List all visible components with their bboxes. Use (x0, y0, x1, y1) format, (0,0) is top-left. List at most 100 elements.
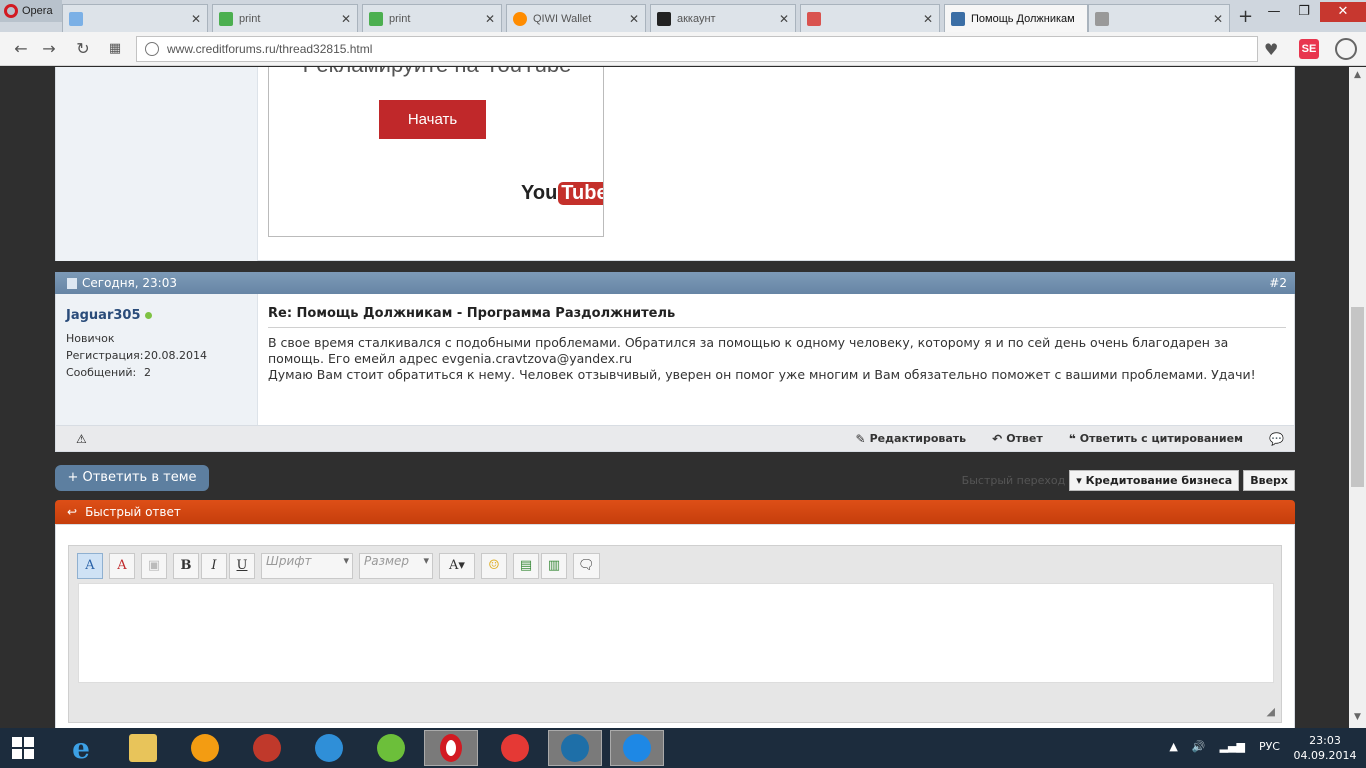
new-tab-button[interactable]: + (1238, 6, 1253, 27)
url-text: www.creditforums.ru/thread32815.html (167, 42, 373, 56)
tab-favicon-icon (369, 11, 383, 26)
ad-start-button[interactable]: Начать (379, 100, 486, 139)
browser-tab[interactable]: ✕ (1088, 4, 1230, 32)
reply-post-button[interactable]: ↶ Ответ (992, 432, 1043, 446)
bold-icon[interactable]: B (173, 553, 199, 579)
multiquote-plus-icon: 💬 (1269, 431, 1284, 446)
tab-title: print (389, 12, 411, 25)
tray-expand-icon[interactable]: ▲ (1169, 740, 1177, 753)
quick-reply-arrow-icon: ↩ (67, 505, 78, 519)
post-body: Jaguar305 Новичок Регистрация: 20.08.201… (55, 294, 1295, 426)
heart-icon[interactable]: ♥ (1264, 40, 1278, 59)
scroll-top-button[interactable]: Вверх (1243, 470, 1295, 491)
system-tray: ▲ 🔊 ▂▄▆ РУС (1169, 740, 1280, 753)
globe-icon (145, 42, 159, 56)
browser-tab[interactable]: аккаунт ✕ (650, 4, 796, 32)
youtube-logo: You Tube (521, 182, 603, 205)
tab-close-icon[interactable]: ✕ (485, 12, 495, 26)
scroll-up-icon[interactable]: ▲ (1351, 70, 1364, 83)
app-taskbar-icon[interactable] (240, 730, 294, 766)
post-title: Re: Помощь Должникам - Программа Раздолж… (268, 306, 1286, 328)
browser-tab[interactable]: print ✕ (362, 4, 502, 32)
posts-value: 2 (144, 366, 151, 379)
quote-icon[interactable]: 🗨 (573, 553, 600, 579)
tab-close-icon[interactable]: ✕ (779, 12, 789, 26)
ie-taskbar-icon[interactable]: e (54, 730, 108, 766)
close-window-button[interactable]: ✕ (1320, 2, 1366, 22)
browser-tab[interactable]: ✕ (800, 4, 940, 32)
tab-favicon-icon (951, 11, 965, 26)
paste-icon[interactable]: ▣ (141, 553, 167, 579)
reply-arrow-icon: ↶ (992, 431, 1003, 446)
browser-tab[interactable]: QIWI Wallet ✕ (506, 4, 646, 32)
scroll-down-icon[interactable]: ▼ (1351, 712, 1364, 725)
explorer-taskbar-icon[interactable] (116, 730, 170, 766)
aimp-taskbar-icon[interactable] (178, 730, 232, 766)
opera-logo-icon (4, 4, 18, 18)
reload-icon[interactable]: ↻ (72, 38, 94, 60)
tab-close-icon[interactable]: ✕ (923, 12, 933, 26)
quote-bubble-icon: ❝ (1068, 431, 1076, 446)
insert-video-icon[interactable]: ▥ (541, 553, 567, 579)
app-taskbar-icon[interactable] (548, 730, 602, 766)
menu-icon[interactable] (1335, 38, 1357, 60)
clock[interactable]: 23:03 04.09.2014 (1290, 733, 1360, 763)
windows-start-icon[interactable] (12, 737, 34, 759)
app-taskbar-icon[interactable] (364, 730, 418, 766)
volume-icon[interactable]: 🔊 (1192, 740, 1206, 753)
underline-icon[interactable]: U (229, 553, 255, 579)
browser-titlebar: Opera ✕ print ✕ print ✕ QIWI Wallet ✕ ак… (0, 0, 1366, 32)
font-select[interactable]: Шрифт (261, 553, 353, 579)
opera-taskbar-icon[interactable] (424, 730, 478, 766)
italic-icon[interactable]: I (201, 553, 227, 579)
network-icon[interactable]: ▂▄▆ (1220, 740, 1245, 753)
tab-close-icon[interactable]: ✕ (191, 12, 201, 26)
post-userinfo: Jaguar305 Новичок Регистрация: 20.08.201… (56, 294, 258, 425)
tab-favicon-icon (807, 11, 821, 26)
language-indicator[interactable]: РУС (1259, 740, 1280, 753)
youtube-ad[interactable]: Рекламируйте на YouTube Начать You Tube (268, 67, 604, 237)
edit-post-button[interactable]: ✎ Редактировать (856, 432, 967, 446)
forward-icon[interactable]: → (38, 38, 60, 60)
page-viewport: Рекламируйте на YouTube Начать You Tube … (0, 67, 1349, 728)
maximize-button[interactable]: ❐ (1286, 2, 1322, 22)
scrollbar-thumb[interactable] (1351, 307, 1364, 487)
back-icon[interactable]: ← (10, 38, 32, 60)
message-textarea[interactable] (78, 583, 1274, 683)
opera-menu-button[interactable]: Opera (0, 0, 62, 22)
username-link[interactable]: Jaguar305 (66, 308, 152, 323)
quick-navigation: Быстрый переход ▾ Кредитование бизнеса В… (962, 470, 1295, 491)
insert-image-icon[interactable]: ▤ (513, 553, 539, 579)
ad-headline: Рекламируйте на YouTube (269, 67, 603, 78)
post-header: Сегодня, 23:03 #2 (55, 272, 1295, 294)
edit-label: Редактировать (869, 432, 967, 445)
speed-dial-icon[interactable]: ▦ (104, 38, 126, 60)
page-scrollbar[interactable]: ▲ ▼ (1349, 67, 1366, 728)
wysiwyg-mode-icon[interactable]: A (77, 553, 103, 579)
browser-tab-active[interactable]: Помощь Должникам (944, 4, 1088, 32)
post-number-link[interactable]: #2 (1269, 276, 1287, 290)
yandex-taskbar-icon[interactable] (488, 730, 542, 766)
remove-format-icon[interactable]: A (109, 553, 135, 579)
smiley-icon[interactable]: ☺ (481, 553, 507, 579)
quote-reply-button[interactable]: ❝ Ответить с цитированием (1069, 432, 1243, 446)
tab-close-icon[interactable]: ✕ (341, 12, 351, 26)
address-bar[interactable]: www.creditforums.ru/thread32815.html (136, 36, 1258, 62)
browser-tab[interactable]: print ✕ (212, 4, 358, 32)
app-taskbar-icon[interactable] (302, 730, 356, 766)
browser-tab[interactable]: ✕ (62, 4, 208, 32)
resize-handle-icon[interactable]: ◢ (1267, 705, 1275, 718)
text-color-icon[interactable]: A▾ (439, 553, 475, 579)
app-taskbar-icon[interactable] (610, 730, 664, 766)
reply-in-thread-button[interactable]: + Ответить в теме (55, 465, 209, 491)
size-select[interactable]: Размер (359, 553, 433, 579)
multiquote-button[interactable]: 💬 (1269, 432, 1284, 446)
tab-close-icon[interactable]: ✕ (629, 12, 639, 26)
extension-se-icon[interactable]: SE (1299, 39, 1319, 59)
text-style-group: B I U (173, 553, 255, 579)
clock-date: 04.09.2014 (1293, 749, 1357, 762)
quicknav-forum-text: Кредитование бизнеса (1085, 474, 1233, 487)
report-warning-icon[interactable]: ⚠ (76, 432, 87, 446)
quicknav-forum-select[interactable]: ▾ Кредитование бизнеса (1069, 470, 1240, 491)
tab-close-icon[interactable]: ✕ (1213, 12, 1223, 26)
